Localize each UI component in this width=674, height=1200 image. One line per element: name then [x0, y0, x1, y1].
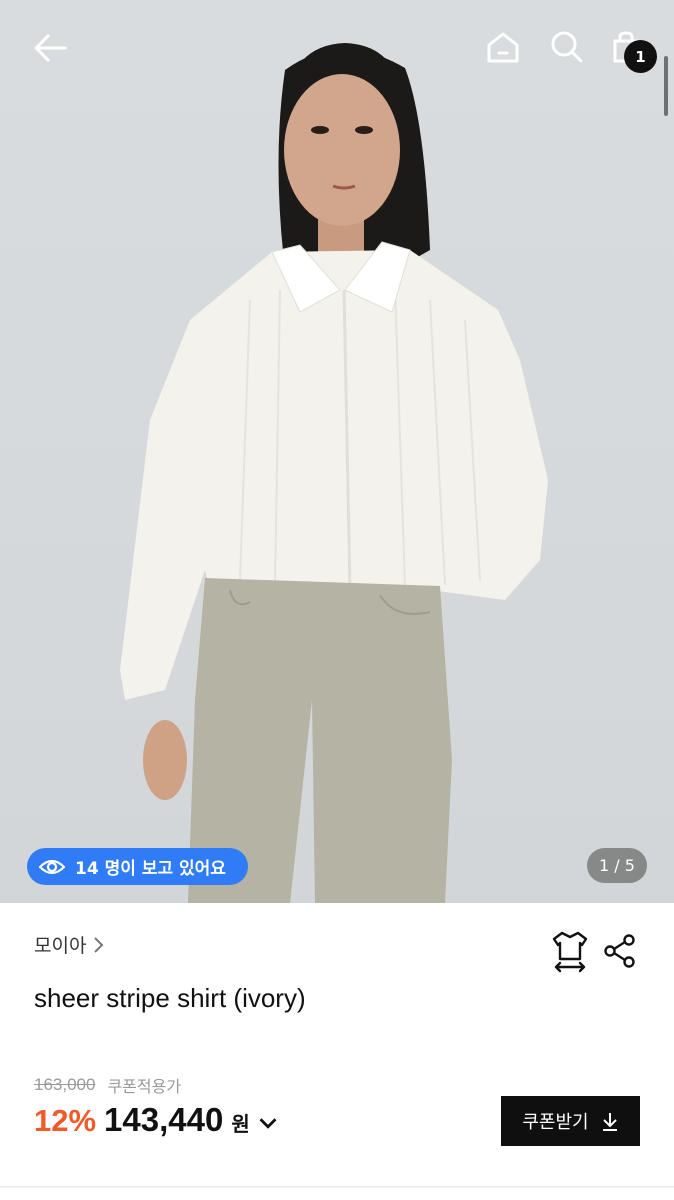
brand-link[interactable]: 모이아	[34, 931, 104, 958]
sale-price-row[interactable]: 12% 143,440 원	[34, 1101, 278, 1139]
product-title: sheer stripe shirt (ivory)	[34, 983, 306, 1013]
divider	[0, 1186, 674, 1188]
viewers-count-pill: 14 명이 보고 있어요	[27, 848, 248, 885]
coupon-button-label: 쿠폰받기	[522, 1112, 589, 1133]
back-arrow-icon	[34, 34, 67, 62]
chevron-down-icon	[259, 1118, 277, 1129]
original-price: 163,000	[34, 1075, 96, 1094]
viewers-text: 14 명이 보고 있어요	[75, 859, 226, 879]
top-navigation-bar: 1	[0, 0, 674, 92]
search-icon	[551, 31, 583, 63]
coupon-price-label: 쿠폰적용가	[107, 1077, 182, 1096]
search-button[interactable]	[544, 24, 590, 70]
share-icon	[604, 934, 635, 968]
chevron-right-icon	[94, 936, 104, 953]
back-button[interactable]	[26, 24, 74, 72]
eye-icon	[39, 859, 65, 874]
image-page-counter: 1 / 5	[587, 848, 647, 883]
home-icon	[487, 32, 519, 63]
cart-count-badge: 1	[624, 40, 657, 73]
get-coupon-button[interactable]: 쿠폰받기	[501, 1096, 640, 1146]
download-icon	[602, 1113, 617, 1131]
size-guide-button[interactable]	[550, 929, 590, 973]
share-button[interactable]	[602, 933, 638, 969]
discount-rate: 12%	[34, 1103, 97, 1138]
home-button[interactable]	[480, 24, 526, 70]
size-guide-icon	[552, 931, 588, 973]
scrollbar[interactable]	[664, 56, 668, 116]
product-photo	[120, 43, 548, 903]
brand-name: 모이아	[34, 935, 87, 957]
currency-unit: 원	[231, 1112, 250, 1136]
original-price-row: 163,000 쿠폰적용가	[34, 1073, 181, 1097]
sale-price: 143,440	[104, 1101, 224, 1138]
product-image-gallery[interactable]: 1 14 명이 보고 있어요 1 / 5	[0, 0, 674, 903]
product-info-section: 모이아 sheer stripe shirt (ivory) 163,000 쿠…	[0, 903, 674, 1200]
